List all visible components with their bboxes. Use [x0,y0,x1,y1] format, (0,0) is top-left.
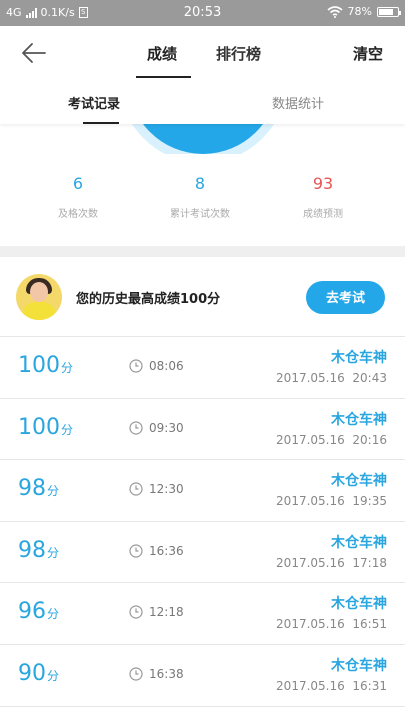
record-datetime: 2017.05.16 16:31 [276,679,387,693]
tab-data-statistics[interactable]: 数据统计 [272,93,324,112]
record-username: 木仓车神 [331,473,387,490]
record-time: 17:18 [352,555,387,570]
record-date: 2017.05.16 [276,617,345,632]
clock-icon [129,667,143,681]
clock-icon [129,605,143,619]
stat-score-prediction: 93 成绩预测 [263,174,383,220]
stat-value: 93 [312,174,334,193]
wifi-icon [327,5,343,18]
list-item[interactable]: 98分 16:36 木仓车神 2017.05.16 17:18 [0,522,405,584]
score-unit: 分 [61,361,74,375]
back-arrow-icon[interactable] [18,40,48,66]
record-username: 木仓车神 [331,411,387,428]
score-value: 100 [18,353,60,378]
record-score: 98分 [18,538,59,563]
record-duration: 08:06 [149,359,184,373]
clock-icon [129,420,143,435]
take-exam-button[interactable]: 去考试 [306,281,385,314]
avatar [16,274,62,320]
score-value: 96 [18,599,46,625]
record-datetime: 2017.05.16 17:18 [276,556,387,570]
record-datetime: 2017.05.16 20:16 [276,433,387,447]
list-item[interactable]: 100分 08:06 木仓车神 2017.05.16 20:43 [0,337,405,399]
score-unit: 分 [47,668,60,683]
tab-exam-records[interactable]: 考试记录 [68,93,120,112]
best-score-text: 您的历史最高成绩100分 [76,292,221,307]
record-datetime: 2017.05.16 20:43 [276,371,387,385]
active-tab-indicator [136,76,191,78]
stat-total-exams: 8 累计考试次数 [140,174,260,220]
score-circle [128,124,278,154]
section-divider [0,246,405,257]
avatar-face [30,282,48,302]
score-unit: 分 [61,422,74,437]
record-date: 2017.05.16 [276,555,345,570]
battery-percent: 78% [347,5,372,18]
active-subtab-indicator [83,122,119,124]
record-duration: 16:36 [149,543,184,558]
score-value: 90 [18,660,46,686]
record-score: 98分 [18,476,59,501]
clear-button[interactable]: 清空 [353,43,383,64]
record-time: 20:43 [352,371,387,385]
stat-value: 8 [194,174,206,193]
sub-tab-bar: 考试记录 数据统计 [0,80,405,124]
record-score: 96分 [18,599,59,624]
clock-icon [129,544,143,558]
record-duration: 12:30 [149,482,184,497]
record-date: 2017.05.16 [276,494,345,509]
status-bar: 4G 0.1K/s S 20:53 78% [0,0,405,26]
score-value: 100 [18,414,60,440]
score-unit: 分 [47,545,60,560]
score-unit: 分 [47,607,60,622]
tab-ranking[interactable]: 排行榜 [216,43,261,64]
record-datetime: 2017.05.16 16:51 [276,617,387,631]
status-right: 78% [327,5,401,18]
record-username: 木仓车神 [331,596,387,613]
record-time: 20:16 [352,432,387,447]
clock-icon [129,482,143,496]
score-value: 98 [18,537,46,563]
battery-icon [377,6,401,17]
stat-label: 累计考试次数 [170,209,230,220]
record-datetime: 2017.05.16 19:35 [276,494,387,508]
record-date: 2017.05.16 [276,371,345,385]
tab-score[interactable]: 成绩 [147,43,177,64]
record-username: 木仓车神 [331,350,387,366]
clock-icon [129,359,143,373]
record-score: 100分 [18,353,73,378]
stat-value: 6 [72,174,84,193]
record-duration: 16:38 [149,666,184,681]
list-item[interactable]: 90分 16:38 木仓车神 2017.05.16 16:31 [0,645,405,707]
record-score: 90分 [18,661,59,686]
record-time: 16:51 [352,617,387,632]
record-date: 2017.05.16 [276,432,345,447]
best-score-bar: 您的历史最高成绩100分 去考试 [0,257,405,337]
score-value: 98 [18,476,46,502]
exam-record-list: 100分 08:06 木仓车神 2017.05.16 20:43 100分 09… [0,337,405,707]
record-duration: 09:30 [149,420,184,435]
list-item[interactable]: 100分 09:30 木仓车神 2017.05.16 20:16 [0,399,405,461]
record-duration: 12:18 [149,605,184,620]
list-item[interactable]: 96分 12:18 木仓车神 2017.05.16 16:51 [0,583,405,645]
stats-panel: 6 及格次数 8 累计考试次数 93 成绩预测 [0,174,405,234]
record-date: 2017.05.16 [276,678,345,693]
record-username: 木仓车神 [331,657,387,674]
record-username: 木仓车神 [331,534,387,551]
record-time: 19:35 [352,494,387,509]
stat-label: 及格次数 [58,209,98,220]
record-time: 16:31 [352,678,387,693]
list-item[interactable]: 98分 12:30 木仓车神 2017.05.16 19:35 [0,460,405,522]
score-unit: 分 [47,484,60,499]
stat-label: 成绩预测 [303,209,343,220]
record-score: 100分 [18,415,73,440]
stat-pass-count: 6 及格次数 [18,174,138,220]
score-circle-area [0,124,405,154]
battery-level [379,8,394,15]
app-header: 成绩 排行榜 清空 [0,26,405,80]
avatar-body [22,302,56,320]
